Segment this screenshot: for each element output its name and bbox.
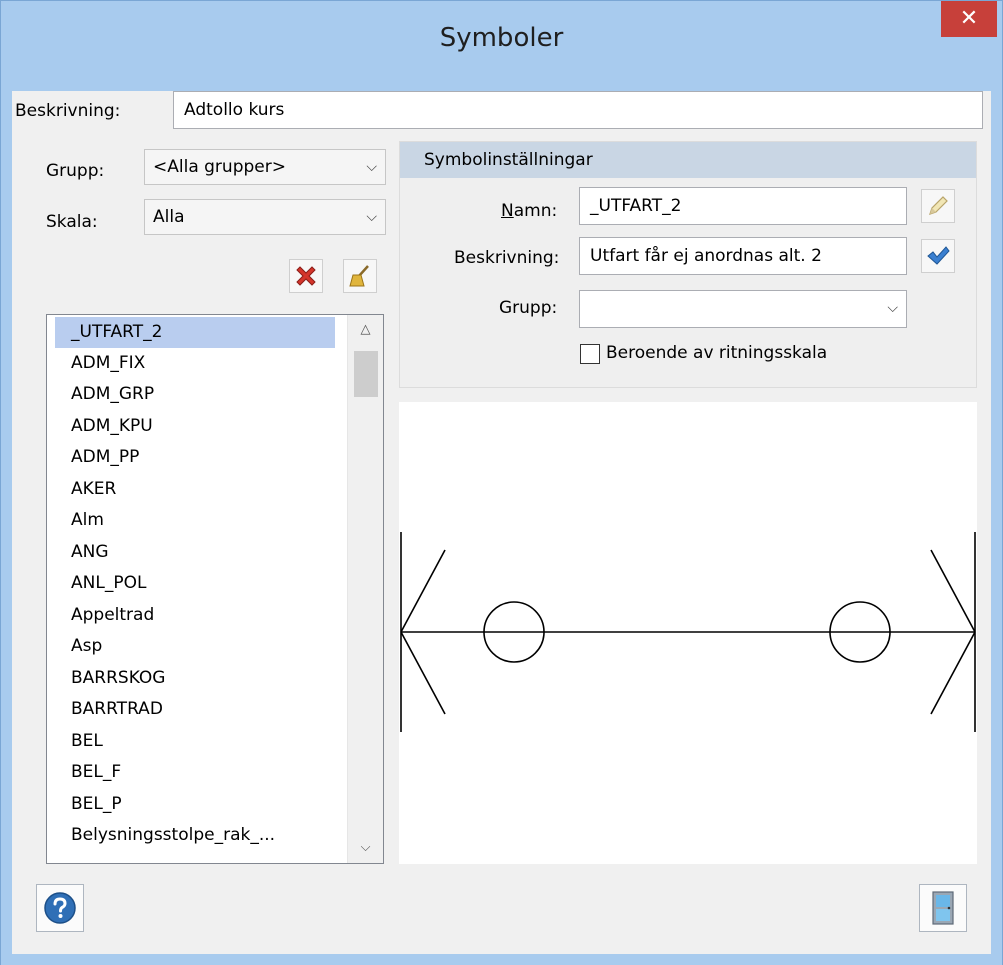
list-item[interactable]: ADM_FIX: [55, 348, 335, 379]
help-icon: [44, 892, 76, 924]
list-item[interactable]: Belysningsstolpe_rak_...: [55, 820, 335, 851]
checkmark-icon: [927, 246, 950, 265]
pencil-icon: [929, 196, 948, 215]
chevron-down-icon: ⌵: [887, 300, 898, 316]
beskrivning-settings-label: Beskrivning:: [454, 248, 560, 268]
symbol-preview: [399, 402, 977, 864]
list-item[interactable]: Appeltrad: [55, 600, 335, 631]
list-item[interactable]: AKER: [55, 474, 335, 505]
symboler-dialog: Symboler ✕ Beskrivning: Adtollo kurs Gru…: [0, 0, 1003, 965]
scroll-up-icon[interactable]: △: [348, 315, 383, 345]
beskrivning-settings-field[interactable]: Utfart får ej anordnas alt. 2: [579, 237, 907, 275]
list-item[interactable]: ADM_PP: [55, 442, 335, 473]
skala-filter-value: Alla: [153, 207, 185, 227]
clear-filter-button[interactable]: [343, 259, 377, 293]
beskrivning-field[interactable]: Adtollo kurs: [173, 91, 983, 129]
grupp-settings-label: Grupp:: [499, 298, 558, 318]
namn-field[interactable]: _UTFART_2: [579, 187, 907, 225]
edit-name-button[interactable]: [921, 189, 955, 223]
list-item[interactable]: ADM_GRP: [55, 379, 335, 410]
preview-right-arrow-lower: [930, 631, 976, 715]
list-item[interactable]: Asp: [55, 631, 335, 662]
grupp-filter-label: Grupp:: [46, 161, 105, 181]
delete-filter-button[interactable]: [289, 259, 323, 293]
grupp-filter-value: <Alla grupper>: [153, 157, 286, 177]
list-item[interactable]: BEL: [55, 726, 335, 757]
scale-dependent-label: Beroende av ritningsskala: [606, 343, 828, 363]
door-exit-icon: [932, 891, 954, 925]
beskrivning-label: Beskrivning:: [15, 101, 121, 121]
list-item[interactable]: Alm: [55, 505, 335, 536]
window-title: Symboler: [439, 23, 564, 53]
list-item[interactable]: ANL_POL: [55, 568, 335, 599]
scroll-down-icon[interactable]: ⌵: [348, 833, 383, 863]
window-frame-bottom: [1, 954, 1002, 965]
list-item[interactable]: BARRSKOG: [55, 663, 335, 694]
list-item[interactable]: ADM_KPU: [55, 411, 335, 442]
preview-left-arrow-lower: [400, 631, 446, 715]
list-item[interactable]: _UTFART_2: [55, 317, 335, 348]
close-button[interactable]: ✕: [941, 1, 997, 37]
scale-dependent-checkbox[interactable]: [580, 344, 600, 364]
symbol-preview-drawing: [400, 532, 976, 732]
help-button[interactable]: [36, 884, 84, 932]
grupp-settings-select[interactable]: ⌵: [579, 290, 907, 328]
broom-icon: [349, 265, 369, 287]
symbol-settings-header: Symbolinställningar: [400, 142, 976, 178]
skala-filter-label: Skala:: [46, 212, 98, 232]
confirm-button[interactable]: [921, 239, 955, 273]
window-frame-left: [1, 91, 12, 961]
list-item[interactable]: BARRTRAD: [55, 694, 335, 725]
red-x-delete-icon: [296, 266, 316, 286]
window-frame-right: [991, 91, 1002, 961]
namn-label: Namn:: [501, 201, 558, 221]
chevron-down-icon: ⌵: [366, 209, 377, 225]
scroll-thumb[interactable]: [354, 351, 378, 397]
list-item[interactable]: ANG: [55, 537, 335, 568]
symbol-list[interactable]: _UTFART_2 ADM_FIX ADM_GRP ADM_KPU ADM_PP…: [46, 314, 384, 864]
skala-filter-select[interactable]: Alla ⌵: [144, 199, 386, 235]
preview-right-arrow-upper: [930, 549, 976, 633]
exit-button[interactable]: [919, 884, 967, 932]
chevron-down-icon: ⌵: [366, 159, 377, 175]
grupp-filter-select[interactable]: <Alla grupper> ⌵: [144, 149, 386, 185]
title-bar: Symboler ✕: [1, 1, 1002, 91]
list-item[interactable]: BEL_P: [55, 789, 335, 820]
preview-left-arrow-upper: [400, 549, 446, 633]
list-scrollbar[interactable]: △ ⌵: [347, 315, 383, 863]
list-item[interactable]: BEL_F: [55, 757, 335, 788]
